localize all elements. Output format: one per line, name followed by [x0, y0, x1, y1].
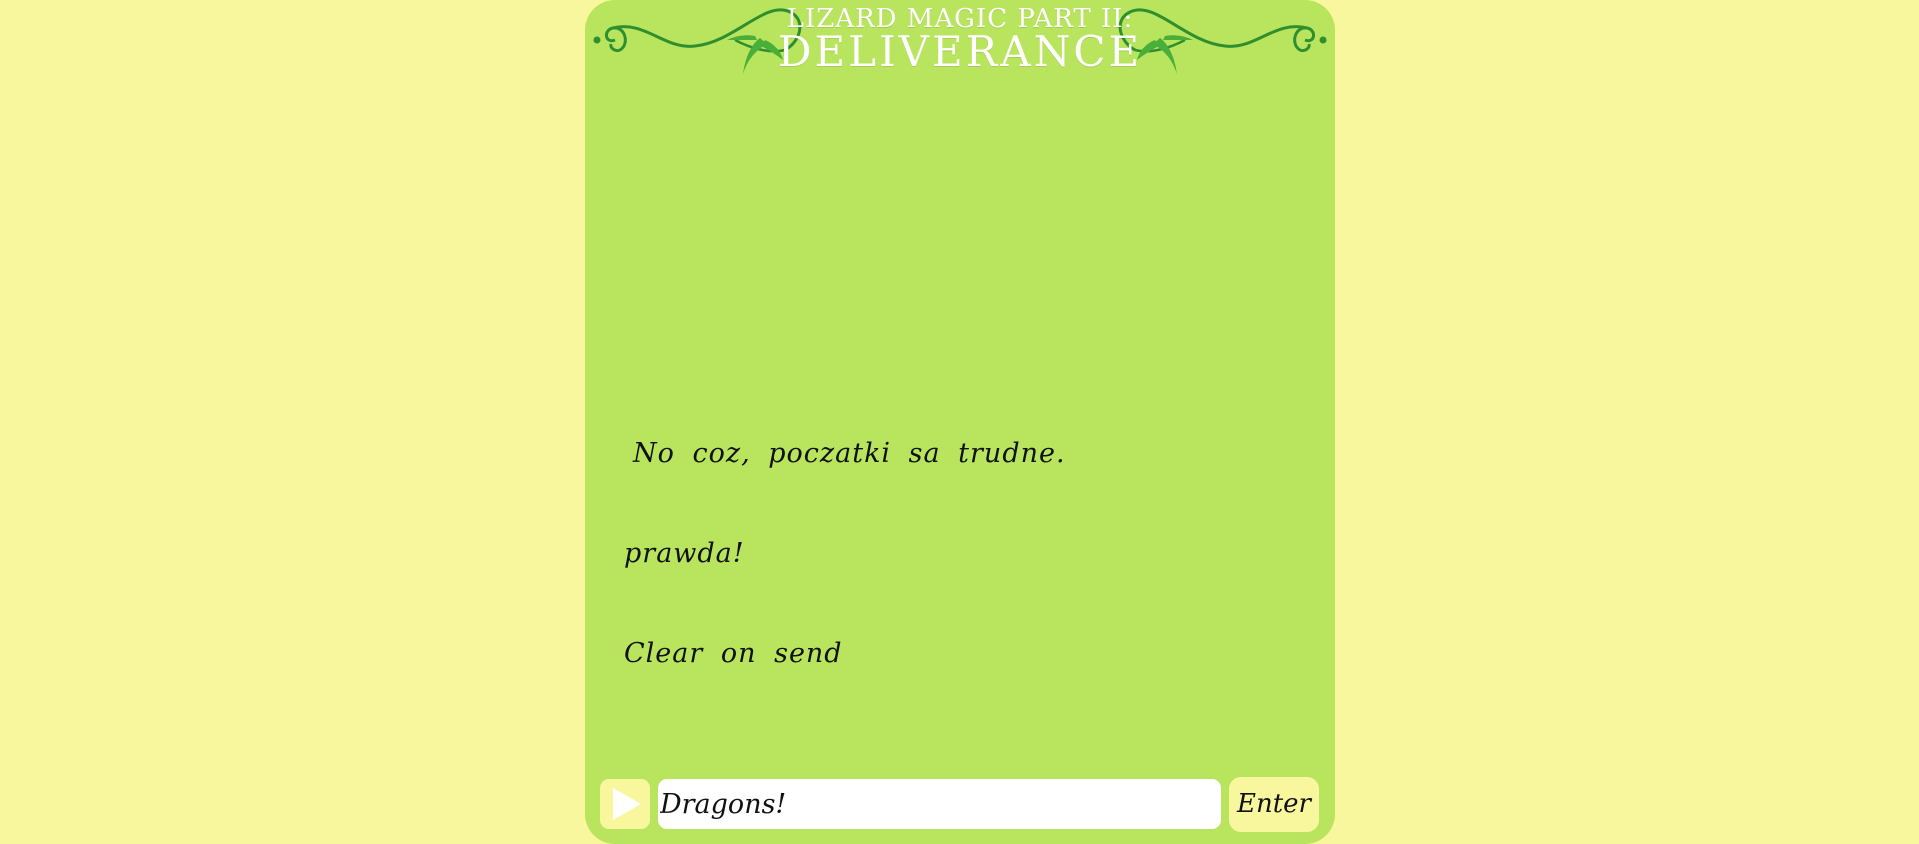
command-input[interactable] [658, 779, 1221, 829]
message-line: No coz, poczatki sa trudne. [633, 438, 1066, 469]
game-panel: LIZARD MAGIC PART II: DELIVERANCE No coz… [585, 0, 1335, 844]
message-line: Clear on send [624, 638, 843, 669]
play-button[interactable] [600, 779, 650, 829]
header: LIZARD MAGIC PART II: DELIVERANCE [585, 0, 1335, 80]
play-icon [613, 788, 641, 820]
enter-button[interactable]: Enter [1229, 777, 1319, 832]
message-line: prawda! [624, 538, 745, 569]
game-title-line2: DELIVERANCE [777, 27, 1143, 76]
